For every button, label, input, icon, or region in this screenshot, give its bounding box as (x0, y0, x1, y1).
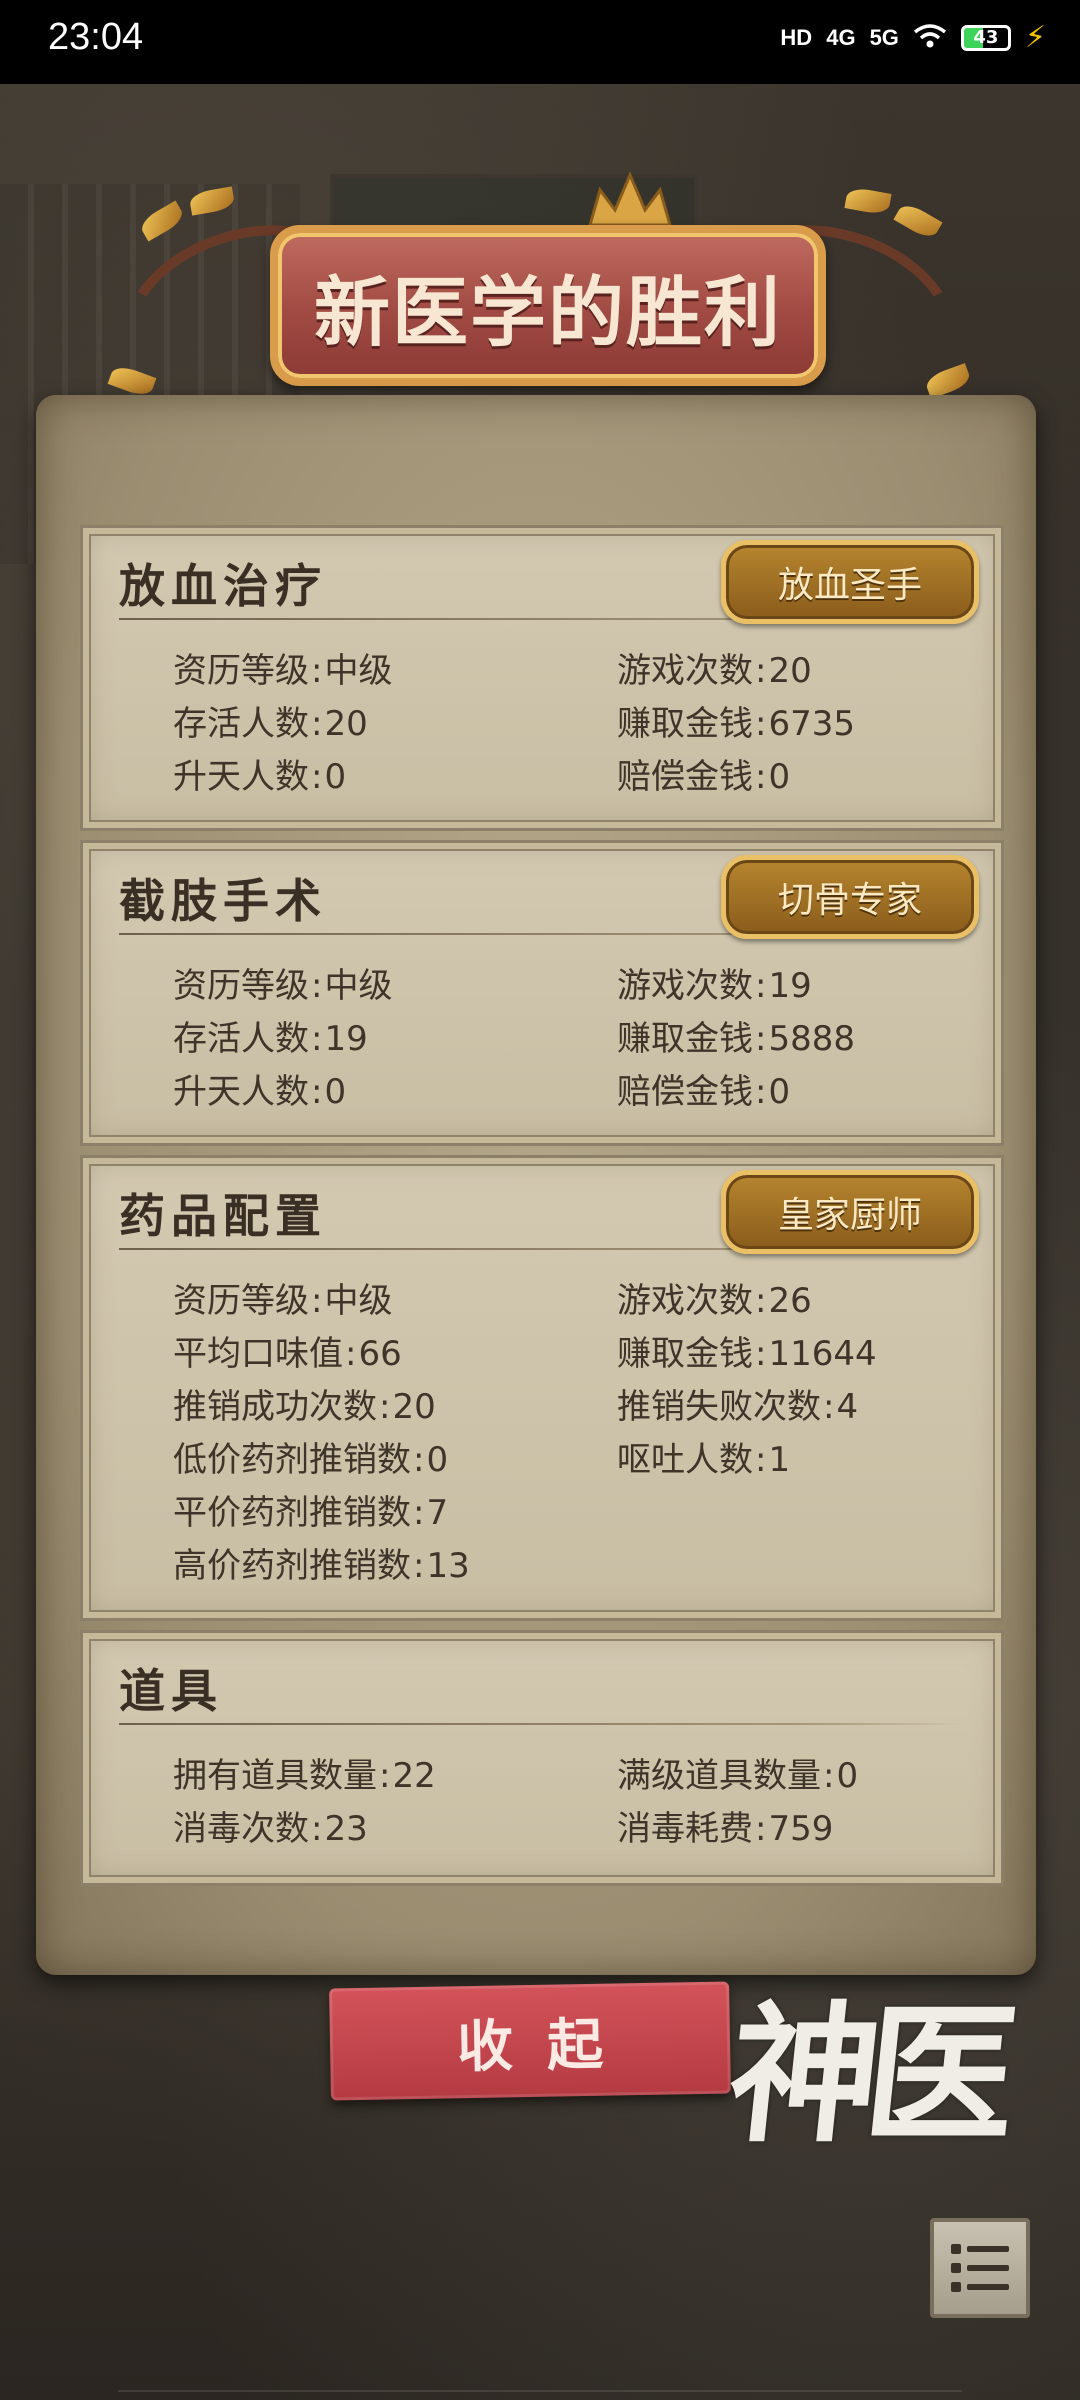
stat-item: 平价药剂推销数:7 (173, 1493, 449, 1533)
section-amputation: 截肢手术 切骨专家 资历等级:中级 存活人数:19 升天人数:0 游戏次数:19… (80, 840, 1004, 1146)
stat-item: 消毒耗费:759 (617, 1809, 834, 1849)
section-title: 截肢手术 (119, 874, 327, 928)
stat-item: 呕吐人数:1 (617, 1440, 791, 1480)
badge-label: 切骨专家 (777, 880, 922, 921)
status-time: 23:04 (48, 16, 144, 58)
stat-item: 低价药剂推销数:0 (173, 1440, 449, 1480)
leaf-decoration (844, 186, 892, 216)
section-title: 道具 (119, 1664, 223, 1718)
network-5g-icon: 5G (869, 24, 899, 50)
stat-item: 满级道具数量:0 (617, 1756, 859, 1796)
section-medicine: 药品配置 皇家厨师 资历等级:中级 平均口味值:66 推销成功次数:20 低价药… (80, 1155, 1004, 1621)
stat-item: 游戏次数:26 (617, 1281, 812, 1321)
gesture-bar (118, 2390, 962, 2392)
stat-item: 平均口味值:66 (173, 1334, 402, 1374)
page-title: 新医学的胜利 (314, 267, 782, 357)
battery-level: 43 (973, 27, 999, 48)
stat-item: 高价药剂推销数:13 (173, 1546, 470, 1586)
collapse-button-label: 收起 (456, 2010, 638, 2080)
stat-item: 资历等级:中级 (173, 1281, 393, 1321)
title-badge: 切骨专家 (721, 855, 979, 939)
wifi-icon (913, 23, 947, 53)
stat-item: 游戏次数:19 (617, 966, 812, 1006)
bolt-icon: ⚡ (1024, 20, 1046, 55)
section-bloodletting: 放血治疗 放血圣手 资历等级:中级 存活人数:20 升天人数:0 游戏次数:20… (80, 525, 1004, 831)
section-title: 药品配置 (119, 1189, 327, 1243)
stat-item: 升天人数:0 (173, 757, 347, 797)
status-icons: HD 4G 5G 43 ⚡ (780, 20, 1046, 55)
stat-item: 游戏次数:20 (617, 651, 812, 691)
title-plaque: 新医学的胜利 (270, 225, 826, 386)
status-bar: 23:04 HD 4G 5G 43 ⚡ (0, 0, 1080, 84)
stat-item: 推销失败次数:4 (617, 1387, 859, 1427)
stat-item: 消毒次数:23 (173, 1809, 368, 1849)
crown-decoration (588, 171, 672, 227)
collapse-button[interactable]: 收起 (329, 1981, 731, 2101)
stat-item: 拥有道具数量:22 (173, 1756, 436, 1796)
stat-item: 资历等级:中级 (173, 651, 393, 691)
game-logo: 神医 (720, 1987, 1012, 2163)
section-items: 道具 拥有道具数量:22 消毒次数:23 满级道具数量:0 消毒耗费:759 (80, 1630, 1004, 1886)
menu-button[interactable] (930, 2218, 1030, 2318)
stat-item: 赔偿金钱:0 (617, 1072, 791, 1112)
battery-icon: 43 (960, 24, 1011, 51)
leaf-decoration (188, 186, 236, 216)
stat-item: 推销成功次数:20 (173, 1387, 436, 1427)
section-divider (119, 1723, 965, 1725)
stat-item: 赚取金钱:6735 (617, 704, 855, 744)
stat-item: 存活人数:19 (173, 1019, 368, 1059)
stat-item: 资历等级:中级 (173, 966, 393, 1006)
stat-item: 赚取金钱:11644 (617, 1334, 877, 1374)
title-badge: 放血圣手 (721, 540, 979, 624)
stat-item: 赔偿金钱:0 (617, 757, 791, 797)
section-title: 放血治疗 (119, 559, 327, 613)
badge-label: 放血圣手 (777, 565, 922, 606)
leaf-decoration (893, 200, 943, 242)
stat-item: 存活人数:20 (173, 704, 368, 744)
network-4g-icon: 4G (826, 24, 856, 50)
list-icon (951, 2244, 1009, 2292)
stat-item: 赚取金钱:5888 (617, 1019, 855, 1059)
hd-icon: HD (780, 24, 813, 50)
leaf-decoration (137, 200, 187, 242)
title-banner: 新医学的胜利 (99, 170, 981, 435)
badge-label: 皇家厨师 (777, 1195, 922, 1236)
stat-item: 升天人数:0 (173, 1072, 347, 1112)
title-badge: 皇家厨师 (721, 1170, 979, 1254)
